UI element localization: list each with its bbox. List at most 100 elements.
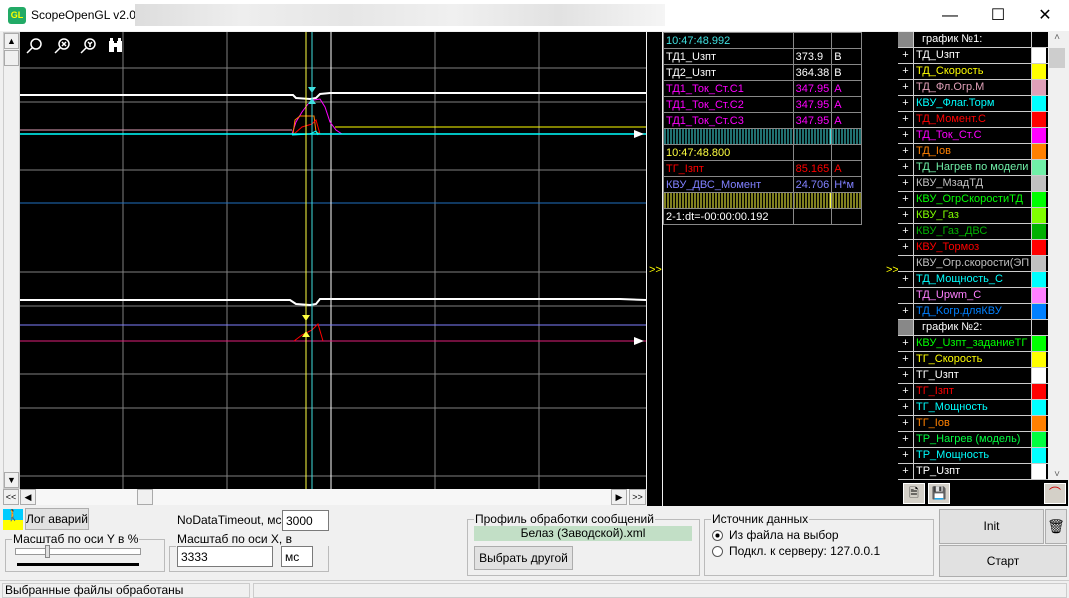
signal-item[interactable]: + ТГ_Uзпт [898,368,1048,384]
color-swatch[interactable] [1032,208,1046,223]
signal-name[interactable]: ТД_Момент.С [914,112,1032,127]
signal-item[interactable]: + ТД_Мощность_С [898,272,1048,288]
binoculars-icon[interactable] [109,38,122,52]
splitter-left[interactable]: >> [647,32,662,506]
signal-name[interactable]: ТД_Ток_Ст.С [914,128,1032,143]
zoom-y-icon[interactable] [80,38,96,54]
signal-name[interactable]: ТД_Kогр.дляКВУ [914,304,1032,319]
oscilloscope-plot[interactable] [20,32,646,489]
expand-marker[interactable]: >> [886,264,899,276]
color-swatch[interactable] [1032,288,1046,303]
expand-toggle[interactable]: + [898,272,914,287]
expand-toggle[interactable]: + [898,304,914,319]
color-swatch[interactable] [1032,224,1046,239]
signal-name[interactable]: КВУ_Газ [914,208,1032,223]
expand-toggle[interactable]: + [898,352,914,367]
color-swatch[interactable] [1032,192,1046,207]
signal-item[interactable]: + ТД_Фл.Огр.М [898,80,1048,96]
signal-name[interactable]: КВУ_Огр.скорости(ЭП [914,256,1032,271]
signal-name[interactable]: КВУ_Флаг.Торм [914,96,1032,111]
color-swatch[interactable] [1032,48,1046,63]
plot-horizontal-scrollbar[interactable]: << ◀ ▶ >> [3,489,646,505]
expand-toggle[interactable]: + [898,192,914,207]
signal-name[interactable]: ТД_Нагрев по модели [914,160,1032,175]
signal-item[interactable]: + КВУ_Uзпт_заданиеТГ [898,336,1048,352]
source-file-radio[interactable]: Из файла на выбор [712,528,839,542]
signal-item[interactable]: + ТД_Скорость [898,64,1048,80]
expand-toggle[interactable]: + [898,400,914,415]
color-swatch[interactable] [1032,256,1046,271]
color-swatch[interactable] [1032,448,1046,463]
trash-icon[interactable]: 🗑 [1045,509,1067,544]
scroll-to-start-button[interactable]: << [3,489,19,505]
color-swatch[interactable] [1032,432,1046,447]
signal-item[interactable]: + КВУ_Газ_ДВС [898,224,1048,240]
color-swatch[interactable] [1032,368,1046,383]
signal-name[interactable]: КВУ_Газ_ДВС [914,224,1032,239]
signal-item[interactable]: + КВУ_Флаг.Торм [898,96,1048,112]
scroll-thumb[interactable] [137,489,153,505]
signal-name[interactable]: ТГ_Uзпт [914,368,1032,383]
alarm-log-button[interactable]: Лог аварий [25,508,89,530]
scroll-down-button[interactable]: ▼ [4,472,19,488]
signal-item[interactable]: + ТД_Нагрев по модели [898,160,1048,176]
signal-list[interactable]: график №1: + ТД_Uзпт + ТД_Скорость + ТД_Фл.Огр… [898,32,1048,480]
scroll-up-button[interactable]: ▲ [4,33,19,49]
expand-toggle[interactable]: + [898,96,914,111]
signal-item[interactable]: + ТД_Uзпт [898,48,1048,64]
expand-toggle[interactable]: + [898,224,914,239]
color-swatch[interactable] [1032,352,1046,367]
source-server-radio[interactable]: Подкл. к серверу: 127.0.0.1 [712,544,880,558]
color-swatch[interactable] [1032,304,1046,319]
scroll-thumb[interactable] [4,50,19,66]
signal-name[interactable]: КВУ_Тормоз [914,240,1032,255]
signal-name[interactable]: ТГ_Мощность [914,400,1032,415]
signal-item[interactable]: + ТГ_Мощность [898,400,1048,416]
signal-name[interactable]: ТД_Фл.Огр.М [914,80,1032,95]
expand-toggle[interactable]: + [898,416,914,431]
signal-name[interactable]: ТР_Нагрев (модель) [914,432,1032,447]
signal-item[interactable]: + ТР_Нагрев (модель) [898,432,1048,448]
expand-marker[interactable]: >> [649,264,662,276]
signal-item[interactable]: КВУ_Огр.скорости(ЭП [898,256,1048,272]
expand-toggle[interactable]: + [898,208,914,223]
signal-name[interactable]: КВУ_МзадТД [914,176,1032,191]
radio-checked-icon[interactable] [712,529,723,541]
splitter-right[interactable]: >> [884,32,899,506]
color-swatch[interactable] [1032,64,1046,79]
signal-item[interactable]: ТД_Upwm_С [898,288,1048,304]
zoom-x-icon[interactable] [54,38,70,54]
scroll-up-button[interactable]: ˄ [1048,32,1066,48]
signal-name[interactable]: ТД_Скорость [914,64,1032,79]
signal-item[interactable]: + ТГ_Скорость [898,352,1048,368]
signal-name[interactable]: ТР_Мощность [914,448,1032,463]
expand-toggle[interactable]: + [898,112,914,127]
signal-item[interactable]: + ТД_Iов [898,144,1048,160]
expand-toggle[interactable]: + [898,80,914,95]
color-swatch[interactable] [1032,176,1046,191]
expand-toggle[interactable]: + [898,48,914,63]
scroll-to-end-button[interactable]: >> [629,489,646,505]
signal-list-scrollbar[interactable]: ˄ ˅ [1048,32,1066,480]
init-button[interactable]: Init [939,509,1044,544]
color-swatch[interactable] [1032,112,1046,127]
y-scale-slider-thumb[interactable] [45,545,51,558]
signal-item[interactable]: + ТД_Момент.С [898,112,1048,128]
scroll-left-button[interactable]: ◀ [20,489,36,505]
signal-item[interactable]: + ТР_Мощность [898,448,1048,464]
expand-toggle[interactable]: + [898,464,914,479]
choose-profile-button[interactable]: Выбрать другой [474,546,573,570]
signal-item[interactable]: + КВУ_Газ [898,208,1048,224]
signal-name[interactable]: ТГ_Iов [914,416,1032,431]
signal-name[interactable]: ТР_Uзпт [914,464,1032,479]
signal-item[interactable]: + ТГ_Iов [898,416,1048,432]
x-scale-unit[interactable] [281,546,313,567]
signal-name[interactable]: КВУ_ОгрСкоростиТД [914,192,1032,207]
nodata-timeout-input[interactable] [282,510,329,531]
signal-name[interactable]: ТД_Мощность_С [914,272,1032,287]
zoom-icon[interactable] [26,38,42,54]
x-scale-input[interactable] [177,546,273,567]
signal-name[interactable]: ТД_Iов [914,144,1032,159]
color-swatch[interactable] [1032,464,1046,479]
scroll-down-button[interactable]: ˅ [1048,469,1066,480]
